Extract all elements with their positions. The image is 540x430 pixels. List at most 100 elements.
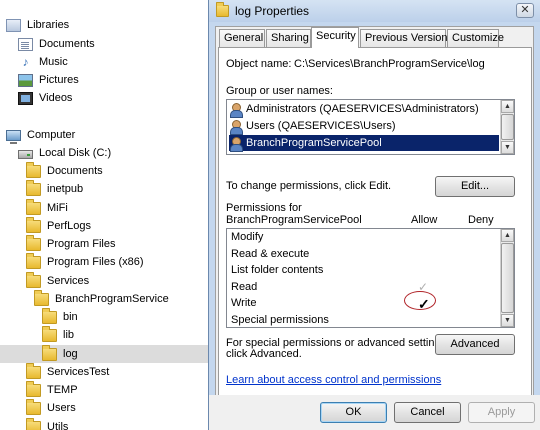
- learn-permissions-link[interactable]: Learn about access control and permissio…: [226, 374, 441, 386]
- object-name-value: C:\Services\BranchProgramService\log: [294, 58, 485, 70]
- tree-item[interactable]: Documents: [0, 35, 208, 53]
- folder-icon: [42, 325, 57, 342]
- group-name: Users (QAESERVICES\Users): [246, 120, 396, 132]
- tree-item[interactable]: Program Files: [0, 234, 208, 253]
- tree-item-label: Services: [47, 275, 90, 287]
- scroll-thumb[interactable]: [501, 114, 514, 140]
- folder-icon: [26, 271, 41, 288]
- cancel-button[interactable]: Cancel: [394, 402, 461, 423]
- group-list[interactable]: Administrators (QAESERVICES\Administrato…: [226, 99, 515, 155]
- dialog-body: General Sharing Security Previous Versio…: [215, 26, 534, 430]
- permission-name: Read: [231, 280, 258, 293]
- tree-item-label: Pictures: [39, 74, 79, 86]
- tree-item-label: Documents: [39, 38, 95, 50]
- folder-icon: [26, 234, 41, 251]
- tree-item-label: Utils: [47, 421, 69, 430]
- tree-item-label: PerfLogs: [47, 220, 92, 232]
- advanced-button[interactable]: Advanced: [435, 334, 515, 355]
- tree-item[interactable]: lib: [0, 325, 208, 344]
- tab-customize[interactable]: Customize: [447, 29, 504, 47]
- tree-item-label: Program Files (x86): [47, 256, 144, 268]
- list-item[interactable]: Users (QAESERVICES\Users): [229, 118, 499, 135]
- group-list-label: Group or user names:: [226, 85, 333, 97]
- permissions-list-scrollbar[interactable]: ▲ ▼: [500, 229, 514, 327]
- videos-icon: [18, 91, 33, 105]
- folder-icon: [26, 362, 41, 379]
- music-icon: ♪: [22, 54, 29, 69]
- permission-name: Modify: [231, 231, 264, 243]
- tree-item[interactable]: Utils: [0, 417, 208, 430]
- tree-item[interactable]: Local Disk (C:): [0, 144, 208, 162]
- tree-item[interactable]: Program Files (x86): [0, 252, 208, 271]
- tree-item[interactable]: Documents: [0, 161, 208, 180]
- permissions-list[interactable]: Modify Read & execute List folder contents…: [226, 228, 515, 328]
- user-group-icon: [229, 102, 243, 118]
- navigation-tree: Libraries Documents ♪ Music Pictures Videos Co…: [0, 0, 208, 430]
- group-list-scrollbar[interactable]: ▲ ▼: [500, 100, 514, 154]
- folder-icon: [26, 216, 41, 233]
- tree-item-label: Users: [47, 402, 76, 414]
- list-item[interactable]: Administrators (QAESERVICES\Administrato…: [229, 101, 499, 118]
- user-icon: [229, 136, 243, 152]
- tree-item[interactable]: Computer: [0, 126, 208, 144]
- folder-icon: [26, 380, 41, 397]
- tree-item[interactable]: Videos: [0, 89, 208, 107]
- tree-item[interactable]: bin: [0, 307, 208, 326]
- properties-dialog: log Properties ✕ General Sharing Securit…: [208, 0, 540, 430]
- close-button[interactable]: ✕: [516, 3, 534, 18]
- tree-item[interactable]: BranchProgramService: [0, 289, 208, 308]
- tab-security[interactable]: Security: [311, 27, 359, 48]
- apply-button[interactable]: Apply: [468, 402, 535, 423]
- dialog-title-bar[interactable]: log Properties ✕: [209, 0, 540, 22]
- tree-item[interactable]: Users: [0, 398, 208, 417]
- folder-icon: [42, 307, 57, 324]
- ok-button[interactable]: OK: [320, 402, 387, 423]
- scroll-down-arrow-icon[interactable]: ▼: [501, 314, 514, 327]
- permissions-for-label: Permissions for: [226, 202, 302, 214]
- folder-icon: [26, 398, 41, 415]
- library-icon: [6, 18, 21, 32]
- scroll-down-arrow-icon[interactable]: ▼: [501, 141, 514, 154]
- tab-previous-versions[interactable]: Previous Versions: [360, 29, 453, 47]
- folder-icon: [26, 252, 41, 269]
- group-name: BranchProgramServicePool: [246, 137, 382, 149]
- tree-item[interactable]: Libraries: [0, 16, 208, 34]
- tree-item[interactable]: TEMP: [0, 380, 208, 399]
- tree-item-label: Libraries: [27, 19, 70, 31]
- annotation-circle: [404, 291, 436, 310]
- list-item-selected[interactable]: BranchProgramServicePool: [229, 135, 499, 152]
- tree-item-label: inetpub: [47, 183, 84, 195]
- object-name-label: Object name:: [226, 58, 292, 70]
- dialog-title: log Properties: [235, 4, 310, 18]
- permission-name: Write: [231, 297, 257, 310]
- folder-icon: [26, 198, 41, 215]
- change-permissions-text: To change permissions, click Edit.: [226, 180, 392, 192]
- edit-button[interactable]: Edit...: [435, 176, 515, 197]
- deny-column-header: Deny: [468, 214, 494, 226]
- scroll-up-arrow-icon[interactable]: ▲: [501, 100, 514, 113]
- tree-item-label: Program Files: [47, 238, 116, 250]
- folder-icon: [216, 2, 229, 17]
- pictures-icon: [18, 73, 33, 87]
- tree-item[interactable]: ♪ Music: [0, 53, 208, 71]
- scroll-thumb[interactable]: [501, 243, 514, 313]
- tree-item-label: TEMP: [47, 384, 78, 396]
- tree-item[interactable]: MiFi: [0, 198, 208, 217]
- tree-item[interactable]: Pictures: [0, 71, 208, 89]
- scroll-up-arrow-icon[interactable]: ▲: [501, 229, 514, 242]
- tree-item-label: bin: [63, 311, 78, 323]
- drive-icon: [18, 150, 33, 159]
- tab-sharing[interactable]: Sharing: [266, 29, 311, 47]
- advanced-help-text-2: click Advanced.: [226, 348, 302, 360]
- tree-item[interactable]: Services: [0, 271, 208, 290]
- tree-item-selected[interactable]: log: [0, 344, 208, 363]
- tab-general[interactable]: General: [219, 29, 265, 47]
- tree-item[interactable]: PerfLogs: [0, 216, 208, 235]
- tree-item-label: Documents: [47, 165, 103, 177]
- user-group-icon: [229, 119, 243, 135]
- permission-name: List folder contents: [231, 264, 324, 277]
- tree-item-label: Videos: [39, 92, 73, 104]
- tree-item[interactable]: inetpub: [0, 179, 208, 198]
- tree-item[interactable]: ServicesTest: [0, 362, 208, 381]
- permission-name: Read & execute: [231, 247, 310, 260]
